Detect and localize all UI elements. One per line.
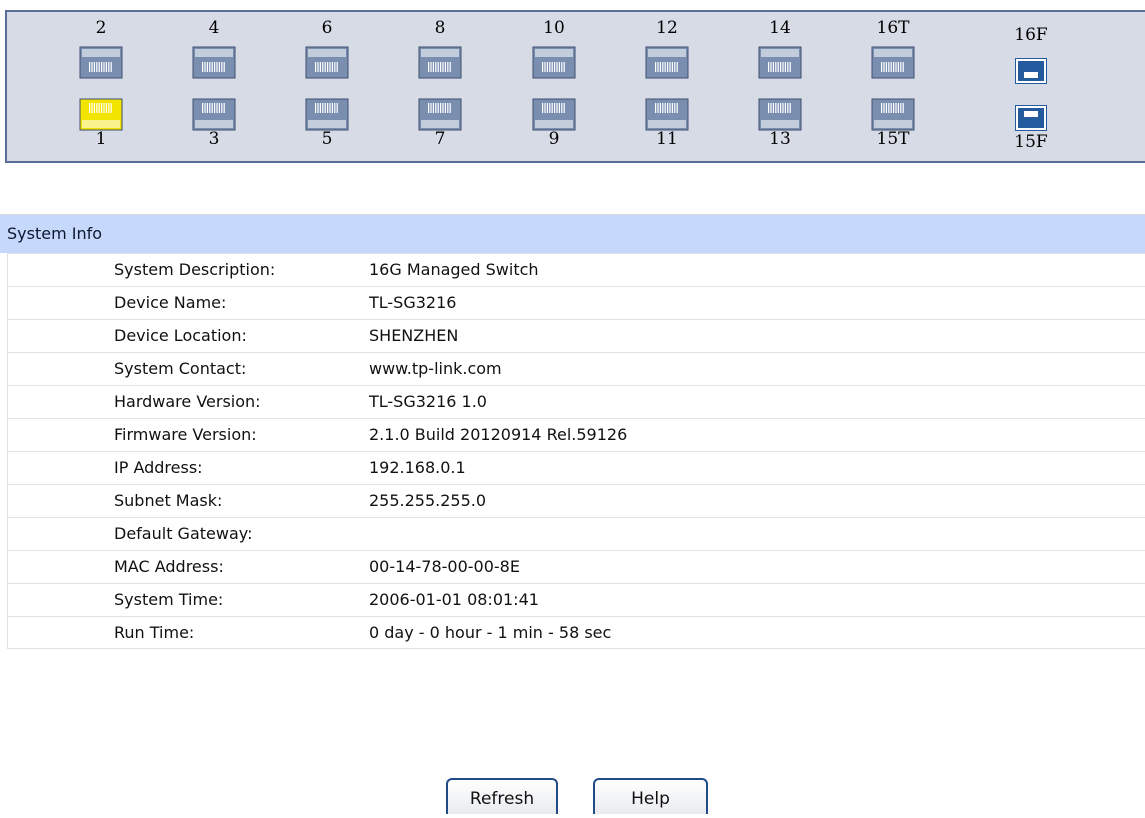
info-label: Default Gateway: <box>114 524 253 543</box>
port-number-label: 15T <box>876 129 910 149</box>
port-number-label: 16T <box>876 18 910 38</box>
port-12-icon[interactable] <box>645 46 689 79</box>
port-4-icon[interactable] <box>192 46 236 79</box>
info-row: Default Gateway: <box>7 517 1145 550</box>
info-row: Device Location: SHENZHEN <box>7 319 1145 352</box>
port-7-icon[interactable] <box>418 98 462 131</box>
info-value: SHENZHEN <box>369 326 459 345</box>
refresh-button[interactable]: Refresh <box>446 778 558 814</box>
port-number-label: 3 <box>208 129 220 149</box>
info-row: Hardware Version: TL-SG3216 1.0 <box>7 385 1145 418</box>
info-value: 2.1.0 Build 20120914 Rel.59126 <box>369 425 628 444</box>
port-1-icon[interactable] <box>79 98 123 131</box>
port-number-label: 1 <box>95 129 107 149</box>
info-value: 192.168.0.1 <box>369 458 466 477</box>
port-number-label: 10 <box>543 18 565 38</box>
port-9-icon[interactable] <box>532 98 576 131</box>
info-label: Hardware Version: <box>114 392 261 411</box>
info-row: System Description: 16G Managed Switch <box>7 253 1145 286</box>
info-label: Device Location: <box>114 326 247 345</box>
info-value: 16G Managed Switch <box>369 260 539 279</box>
help-button[interactable]: Help <box>593 778 708 814</box>
port-10-icon[interactable] <box>532 46 576 79</box>
port-number-label: 14 <box>769 18 791 38</box>
info-label: System Contact: <box>114 359 247 378</box>
info-label: System Description: <box>114 260 276 279</box>
port-5-icon[interactable] <box>305 98 349 131</box>
port-number-label: 7 <box>434 129 446 149</box>
system-info-header: System Info <box>0 214 1145 253</box>
sfp-port-label: 16F <box>1014 25 1048 45</box>
port-16T-icon[interactable] <box>871 46 915 79</box>
port-number-label: 8 <box>434 18 446 38</box>
info-value: TL-SG3216 1.0 <box>369 392 487 411</box>
info-label: Device Name: <box>114 293 227 312</box>
port-number-label: 12 <box>656 18 678 38</box>
info-row: Subnet Mask: 255.255.255.0 <box>7 484 1145 517</box>
port-6-icon[interactable] <box>305 46 349 79</box>
info-value: 00-14-78-00-00-8E <box>369 557 520 576</box>
port-15T-icon[interactable] <box>871 98 915 131</box>
port-11-icon[interactable] <box>645 98 689 131</box>
port-2-icon[interactable] <box>79 46 123 79</box>
info-value: TL-SG3216 <box>369 293 457 312</box>
port-number-label: 13 <box>769 129 791 149</box>
sfp-port-label: 15F <box>1014 132 1048 152</box>
info-label: IP Address: <box>114 458 203 477</box>
info-label: System Time: <box>114 590 224 609</box>
info-label: MAC Address: <box>114 557 224 576</box>
info-label: Subnet Mask: <box>114 491 223 510</box>
sfp-port-15f-icon[interactable] <box>1015 105 1047 131</box>
port-panel: 2 4 6 8 10 12 14 16T 1 3 5 7 9 11 13 15T 16F 15F <box>5 10 1145 163</box>
info-row: Firmware Version: 2.1.0 Build 20120914 Re… <box>7 418 1145 451</box>
info-row: Device Name: TL-SG3216 <box>7 286 1145 319</box>
info-label: Run Time: <box>114 623 195 642</box>
info-label: Firmware Version: <box>114 425 257 444</box>
system-info-table: System Info System Description: 16G Manag… <box>0 214 1145 649</box>
port-13-icon[interactable] <box>758 98 802 131</box>
info-row: MAC Address: 00-14-78-00-00-8E <box>7 550 1145 583</box>
port-number-label: 9 <box>548 129 560 149</box>
port-14-icon[interactable] <box>758 46 802 79</box>
info-value: www.tp-link.com <box>369 359 502 378</box>
port-number-label: 5 <box>321 129 333 149</box>
info-value: 255.255.255.0 <box>369 491 487 510</box>
info-row: System Time: 2006-01-01 08:01:41 <box>7 583 1145 616</box>
port-number-label: 4 <box>208 18 220 38</box>
port-number-label: 6 <box>321 18 333 38</box>
info-row: System Contact: www.tp-link.com <box>7 352 1145 385</box>
port-number-label: 2 <box>95 18 107 38</box>
info-value: 2006-01-01 08:01:41 <box>369 590 539 609</box>
info-value: 0 day - 0 hour - 1 min - 58 sec <box>369 623 612 642</box>
port-number-label: 11 <box>656 129 678 149</box>
port-8-icon[interactable] <box>418 46 462 79</box>
port-3-icon[interactable] <box>192 98 236 131</box>
info-row: IP Address: 192.168.0.1 <box>7 451 1145 484</box>
sfp-port-16f-icon[interactable] <box>1015 58 1047 84</box>
info-row: Run Time: 0 day - 0 hour - 1 min - 58 sec <box>7 616 1145 649</box>
